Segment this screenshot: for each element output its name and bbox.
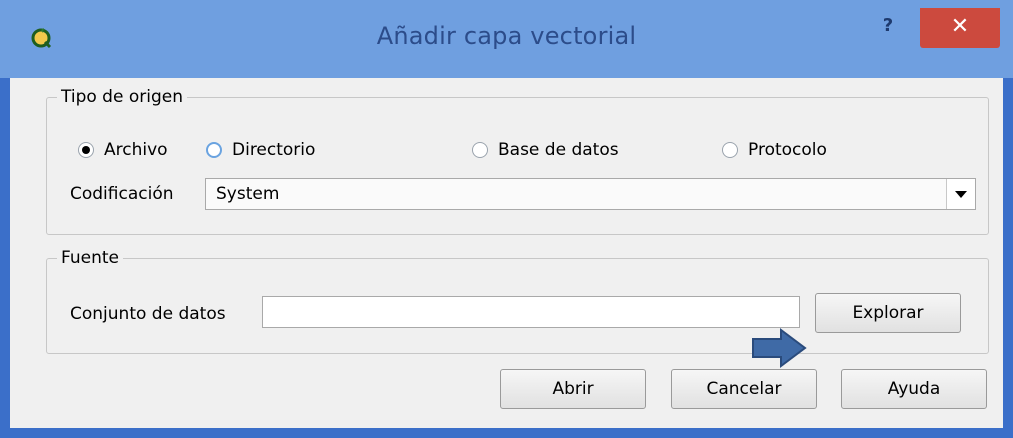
radio-base-de-datos[interactable]: Base de datos — [472, 140, 619, 160]
radio-directorio-label: Directorio — [232, 140, 316, 160]
radio-unchecked-icon — [472, 142, 488, 158]
encoding-label: Codificación — [70, 184, 174, 204]
close-button[interactable]: ✕ — [920, 8, 1000, 48]
radio-base-de-datos-label: Base de datos — [498, 140, 619, 160]
source-type-group: Tipo de origen — [46, 87, 989, 235]
chevron-down-icon[interactable] — [946, 179, 975, 209]
right-arrow-icon — [752, 328, 807, 368]
dialog-body: Tipo de origen Archivo Directorio Base d… — [10, 78, 1003, 428]
radio-directorio[interactable]: Directorio — [206, 140, 315, 160]
open-button[interactable]: Abrir — [500, 369, 646, 409]
source-group-title: Fuente — [57, 248, 123, 268]
dataset-label: Conjunto de datos — [70, 304, 226, 324]
dataset-input[interactable] — [262, 296, 800, 328]
dialog-window: Añadir capa vectorial ? ✕ Tipo de origen… — [0, 0, 1013, 438]
radio-unchecked-icon — [722, 142, 738, 158]
radio-archivo[interactable]: Archivo — [78, 140, 168, 160]
encoding-select[interactable]: System — [205, 178, 976, 210]
window-title: Añadir capa vectorial — [376, 22, 637, 50]
radio-protocolo[interactable]: Protocolo — [722, 140, 827, 160]
radio-unchecked-icon — [206, 142, 222, 158]
encoding-select-value: System — [216, 184, 280, 204]
source-type-group-title: Tipo de origen — [57, 87, 187, 107]
radio-protocolo-label: Protocolo — [748, 140, 827, 160]
browse-button[interactable]: Explorar — [815, 293, 961, 333]
help-title-button[interactable]: ? — [868, 8, 908, 44]
radio-checked-icon — [78, 142, 94, 158]
radio-archivo-label: Archivo — [104, 140, 168, 160]
cancel-button[interactable]: Cancelar — [671, 369, 817, 409]
help-button[interactable]: Ayuda — [841, 369, 987, 409]
title-bar[interactable]: Añadir capa vectorial ? ✕ — [0, 0, 1013, 78]
